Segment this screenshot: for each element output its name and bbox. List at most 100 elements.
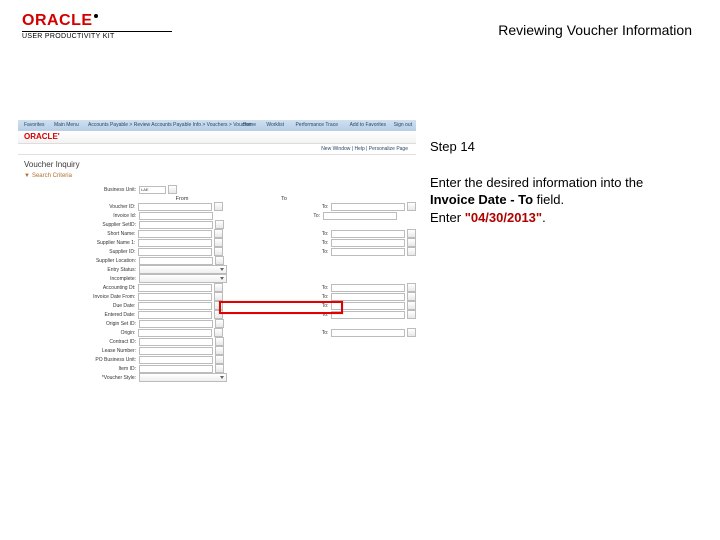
label-to: To: — [223, 231, 331, 237]
label-short-name: Short Name: — [18, 231, 138, 237]
lookup-icon[interactable] — [407, 229, 416, 238]
page-heading: Voucher Inquiry — [18, 155, 416, 171]
input-invoice-from[interactable] — [139, 212, 213, 220]
calendar-icon[interactable] — [407, 292, 416, 301]
calendar-icon[interactable] — [407, 310, 416, 319]
nav-worklist[interactable]: Worklist — [266, 122, 284, 128]
step-label: Step 14 — [430, 138, 690, 156]
lookup-icon[interactable] — [215, 220, 224, 229]
breadcrumb: Accounts Payable > Review Accounts Payab… — [88, 122, 252, 128]
lookup-icon[interactable] — [215, 364, 224, 373]
input-supplier-setid[interactable] — [139, 221, 213, 229]
lookup-icon[interactable] — [214, 229, 223, 238]
nav-signout[interactable]: Sign out — [394, 122, 412, 128]
lookup-icon[interactable] — [168, 185, 177, 194]
label-invoice-date-from: Invoice Date From: — [18, 294, 138, 300]
label-to: To: — [223, 204, 331, 210]
input-voucher-to[interactable] — [331, 203, 405, 211]
label-accounting-dt: Accounting Dt: — [18, 285, 138, 291]
input-origin-setid[interactable] — [139, 320, 213, 328]
calendar-icon[interactable] — [214, 292, 223, 301]
label-origin: Origin: — [18, 330, 138, 336]
lookup-icon[interactable] — [214, 238, 223, 247]
instruction-line-1: Enter the desired information into the I… — [430, 174, 690, 209]
input-invoice-date-to[interactable] — [331, 293, 405, 301]
lookup-icon[interactable] — [407, 247, 416, 256]
lookup-icon[interactable] — [214, 328, 223, 337]
input-voucher-from[interactable] — [138, 203, 212, 211]
instruction-line-2: Enter "04/30/2013". — [430, 209, 690, 227]
brand-row: ORACLE' — [18, 131, 416, 144]
select-incomplete[interactable] — [139, 274, 227, 283]
label-to: To: — [223, 330, 331, 336]
calendar-icon[interactable] — [407, 301, 416, 310]
input-due-from[interactable] — [138, 302, 212, 310]
label-contract-id: Contract ID: — [18, 339, 139, 345]
input-item-id[interactable] — [139, 365, 213, 373]
lookup-icon[interactable] — [215, 346, 224, 355]
label-voucher-id: Voucher ID: — [18, 204, 138, 210]
input-entered-from[interactable] — [138, 311, 212, 319]
window-links-text[interactable]: New Window | Help | Personalize Page — [321, 146, 408, 152]
input-short-name-from[interactable] — [138, 230, 212, 238]
nav-mainmenu[interactable]: Main Menu — [54, 122, 79, 128]
calendar-icon[interactable] — [214, 283, 223, 292]
input-short-name-to[interactable] — [331, 230, 405, 238]
label-lease-number: Lease Number: — [18, 348, 139, 354]
input-supplier-id-from[interactable] — [138, 248, 212, 256]
input-accounting-to[interactable] — [331, 284, 405, 292]
label-to: To: — [223, 294, 331, 300]
lookup-icon[interactable] — [215, 355, 224, 364]
search-criteria-header[interactable]: ▼Search Criteria — [18, 171, 416, 181]
input-supplier-name-to[interactable] — [331, 239, 405, 247]
lookup-icon[interactable] — [407, 238, 416, 247]
field-name: Invoice Date - To — [430, 192, 533, 207]
input-supplier-name-from[interactable] — [138, 239, 212, 247]
input-lease-number[interactable] — [139, 347, 213, 355]
input-supplier-location[interactable] — [139, 257, 213, 265]
lookup-icon[interactable] — [407, 328, 416, 337]
label-supplier-name: Supplier Name 1: — [18, 240, 138, 246]
page-title: Reviewing Voucher Information — [498, 22, 692, 38]
search-form: Business Unit: LAE From To Voucher ID:To… — [18, 185, 416, 382]
label-voucher-style: *Voucher Style: — [18, 375, 139, 381]
brand-subtitle: USER PRODUCTIVITY KIT — [22, 33, 172, 40]
row-invoice-date: Invoice Date From: To: — [18, 292, 416, 301]
input-origin-from[interactable] — [138, 329, 212, 337]
input-po-bu[interactable] — [139, 356, 213, 364]
app-screenshot: Favorites Main Menu Accounts Payable > R… — [18, 120, 416, 440]
nav-bar: Favorites Main Menu Accounts Payable > R… — [18, 120, 416, 131]
collapse-icon[interactable]: ▼ — [24, 173, 30, 179]
calendar-icon[interactable] — [407, 283, 416, 292]
nav-addfav[interactable]: Add to Favorites — [350, 122, 386, 128]
nav-favorites[interactable]: Favorites — [24, 122, 45, 128]
lookup-icon[interactable] — [214, 202, 223, 211]
label-business-unit: Business Unit: — [18, 187, 139, 193]
entry-value: "04/30/2013" — [465, 210, 542, 225]
select-entry-status[interactable] — [139, 265, 227, 274]
lookup-icon[interactable] — [214, 247, 223, 256]
brand-logo: ORACLE USER PRODUCTIVITY KIT — [22, 12, 172, 40]
input-supplier-id-to[interactable] — [331, 248, 405, 256]
input-invoice-date-from[interactable] — [138, 293, 212, 301]
lookup-icon[interactable] — [215, 337, 224, 346]
lookup-icon[interactable] — [407, 202, 416, 211]
input-contract-id[interactable] — [139, 338, 213, 346]
input-origin-to[interactable] — [331, 329, 405, 337]
lookup-icon[interactable] — [215, 319, 224, 328]
select-voucher-style[interactable] — [139, 373, 227, 382]
label-supplier-location: Supplier Location: — [18, 258, 139, 264]
label-item-id: Item ID: — [18, 366, 139, 372]
label-to: To: — [223, 240, 331, 246]
nav-home[interactable]: Home — [243, 122, 256, 128]
label-incomplete: Incomplete: — [18, 276, 139, 282]
input-invoice-to[interactable] — [323, 212, 397, 220]
label-to: To: — [223, 249, 331, 255]
nav-perf[interactable]: Performance Trace — [295, 122, 338, 128]
lookup-icon[interactable] — [215, 256, 224, 265]
input-business-unit[interactable]: LAE — [139, 186, 166, 194]
input-accounting-from[interactable] — [138, 284, 212, 292]
label-to: To: — [223, 285, 331, 291]
label-origin-setid: Origin Set ID: — [18, 321, 139, 327]
window-links: New Window | Help | Personalize Page — [18, 144, 416, 155]
